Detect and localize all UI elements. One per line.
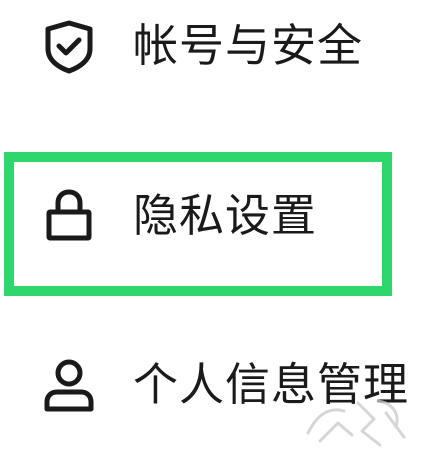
lock-icon bbox=[38, 185, 100, 247]
user-icon bbox=[38, 354, 100, 416]
menu-item-label: 帐号与安全 bbox=[133, 19, 364, 72]
menu-item-label: 隐私设置 bbox=[133, 189, 318, 242]
watermark-logo bbox=[280, 371, 430, 461]
shield-check-icon bbox=[38, 15, 100, 77]
menu-item-privacy-settings[interactable]: 隐私设置 bbox=[0, 176, 430, 256]
menu-item-account-security[interactable]: 帐号与安全 bbox=[0, 6, 430, 86]
